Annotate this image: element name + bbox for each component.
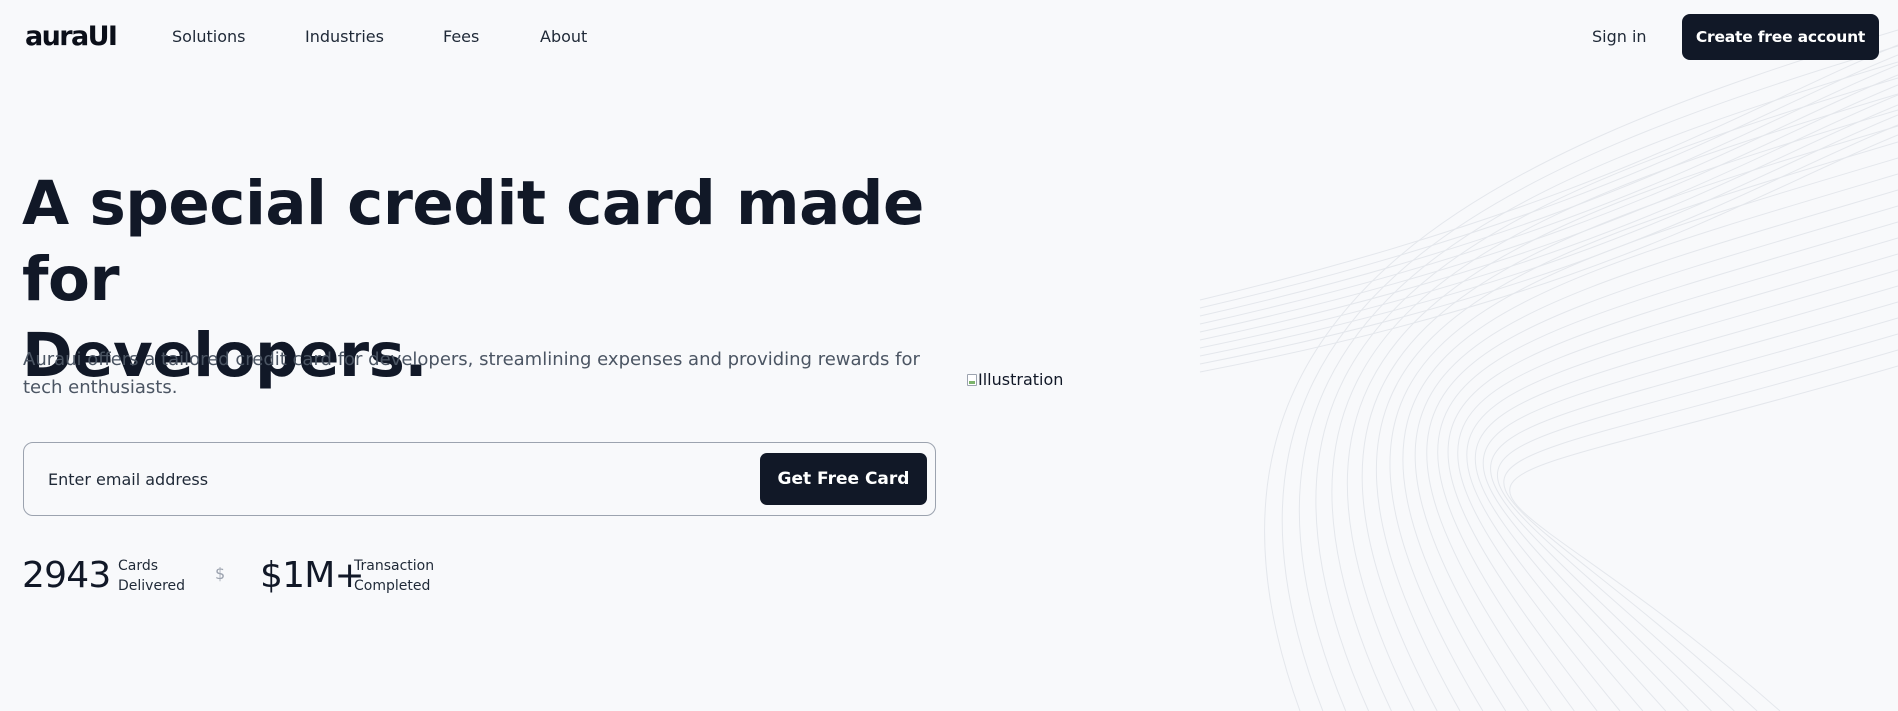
background-wave-line xyxy=(1437,221,1898,711)
stat-transactions-label: Transaction Completed xyxy=(354,556,434,596)
background-wave-line xyxy=(1199,134,1898,373)
background-wave-line xyxy=(1466,269,1898,711)
stat-cards-value: 2943 xyxy=(22,555,111,596)
illustration-alt-text: Illustration xyxy=(978,370,1064,389)
background-wave-line xyxy=(1389,157,1898,711)
background-wave-line xyxy=(1457,253,1898,711)
background-wave-line xyxy=(1490,317,1898,711)
stat-cards-label-line1: Cards xyxy=(118,558,159,574)
email-input[interactable] xyxy=(48,461,748,497)
create-account-button[interactable]: Create free account xyxy=(1682,14,1879,60)
nav-link-fees[interactable]: Fees xyxy=(443,26,479,48)
background-wave-line xyxy=(1298,61,1898,711)
background-wave-line xyxy=(1375,141,1898,711)
background-wave-line xyxy=(1402,173,1898,711)
background-wave-line xyxy=(1199,94,1898,341)
background-wave-line xyxy=(1199,104,1898,349)
dollar-icon: $ xyxy=(215,564,226,583)
background-wave-line xyxy=(1426,205,1898,711)
hero-description: Auraui offers a tailored credit card for… xyxy=(23,349,920,398)
broken-image-icon xyxy=(967,374,977,386)
background-wave-line xyxy=(1482,301,1898,711)
background-wave-line xyxy=(1331,93,1898,711)
top-navigation: auraUI Solutions Industries Fees About S… xyxy=(0,0,1898,74)
stat-transactions-value: $1M+ xyxy=(260,555,365,596)
background-wave-line xyxy=(1199,44,1898,301)
background-wave-line xyxy=(1414,189,1898,711)
background-wave-line xyxy=(1199,54,1898,309)
background-wave-line xyxy=(1474,285,1898,711)
nav-link-industries[interactable]: Industries xyxy=(305,26,384,48)
background-wave-line xyxy=(1509,365,1898,711)
illustration-image: Illustration xyxy=(967,368,1063,392)
brand-logo[interactable]: auraUI xyxy=(25,20,118,54)
nav-link-about[interactable]: About xyxy=(540,26,587,48)
stat-cards-label: Cards Delivered xyxy=(118,556,185,596)
background-wave-line xyxy=(1199,84,1898,333)
background-wave-line xyxy=(1199,114,1898,357)
get-free-card-button[interactable]: Get Free Card xyxy=(760,453,927,505)
background-wave-line xyxy=(1281,45,1898,711)
background-wave-line xyxy=(1503,349,1898,711)
background-wave-line xyxy=(1199,64,1898,317)
background-wave-line xyxy=(1496,333,1898,711)
background-wave-line xyxy=(1264,29,1898,711)
background-wave-line xyxy=(1315,77,1898,711)
landing-page: auraUI Solutions Industries Fees About S… xyxy=(0,0,1898,711)
stat-transactions-label-line2: Completed xyxy=(354,578,431,594)
hero-title-line1: A special credit card made for xyxy=(22,168,924,315)
email-signup-form: Get Free Card xyxy=(23,442,936,516)
background-wave-line xyxy=(1361,125,1898,711)
background-wave-line xyxy=(1199,74,1898,325)
nav-link-solutions[interactable]: Solutions xyxy=(172,26,246,48)
background-wave-line xyxy=(1199,124,1898,365)
stat-cards-label-line2: Delivered xyxy=(118,578,186,594)
background-wave-line xyxy=(1346,109,1898,711)
sign-in-link[interactable]: Sign in xyxy=(1592,26,1647,48)
background-wave-line xyxy=(1447,237,1898,711)
stat-transactions-label-line1: Transaction xyxy=(354,558,435,574)
